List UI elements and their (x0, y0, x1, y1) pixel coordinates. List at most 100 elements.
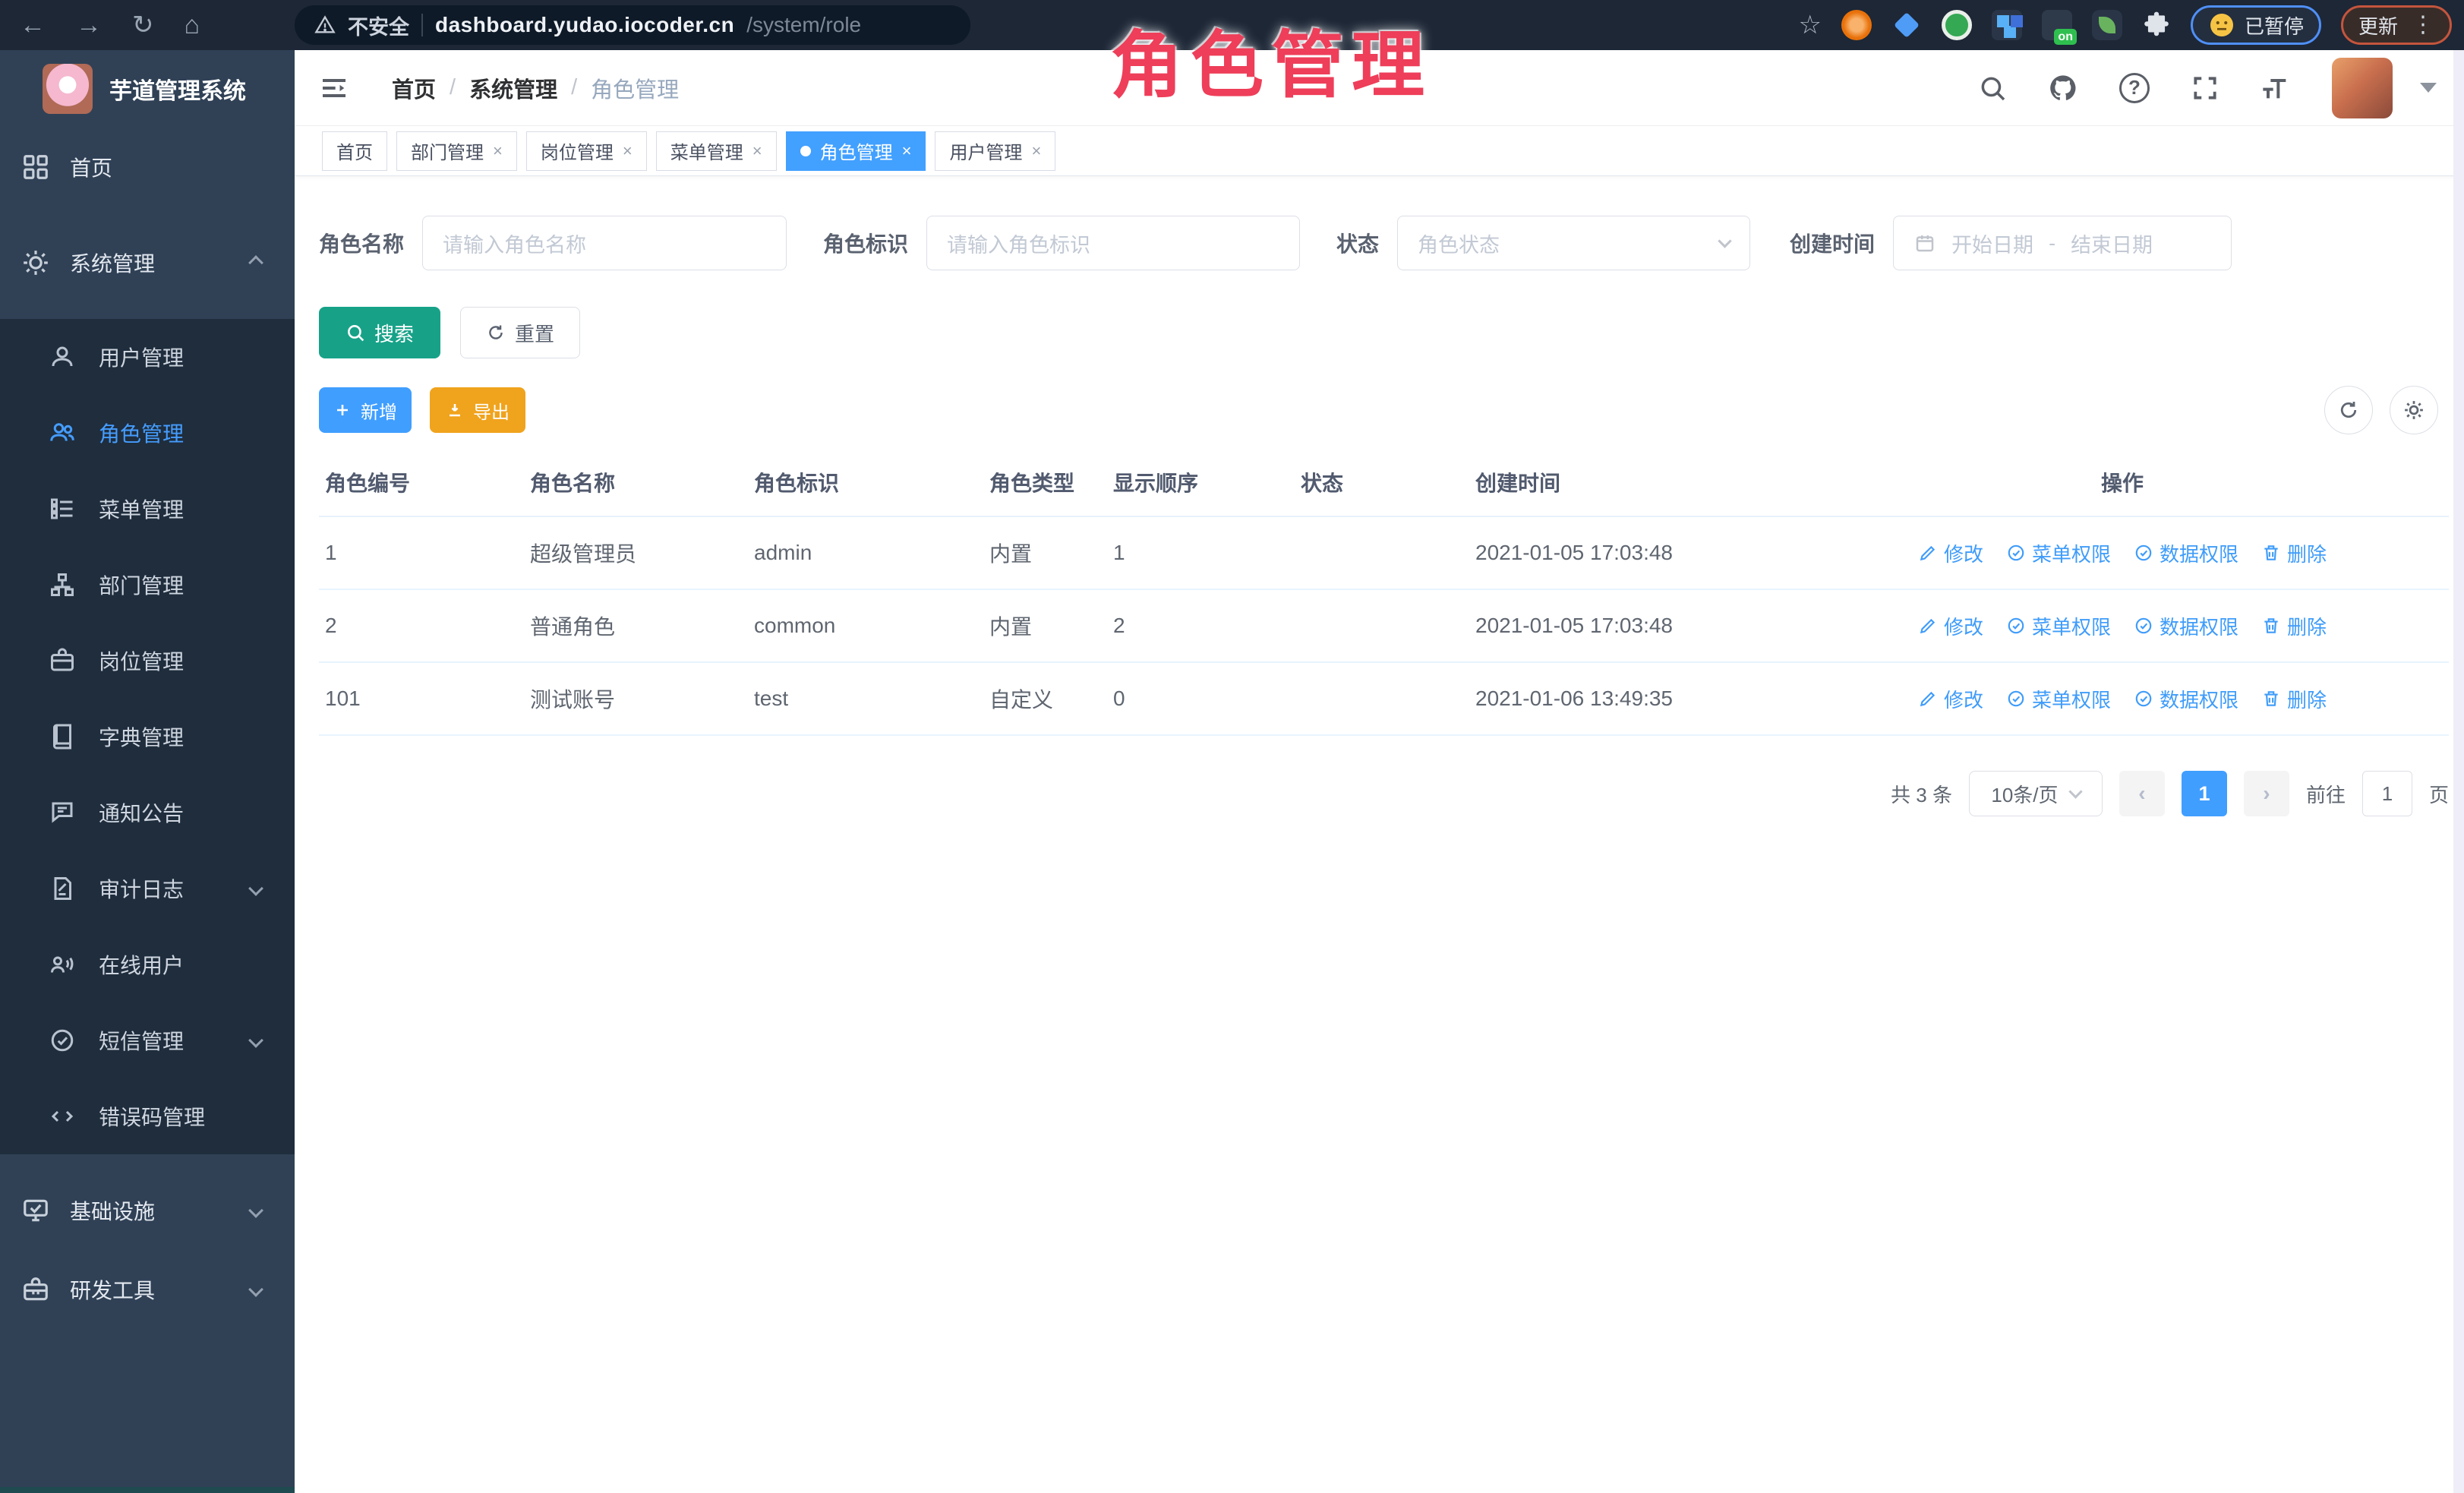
roles-icon (49, 419, 76, 447)
sidebar-item-online-users[interactable]: 在线用户 (0, 926, 295, 1002)
home-icon[interactable]: ⌂ (185, 12, 200, 38)
extension-icon-sprout[interactable] (2092, 10, 2122, 40)
gear-icon (21, 248, 50, 277)
tab-users[interactable]: 用户管理 × (935, 131, 1055, 171)
cell-role-type: 自定义 (983, 662, 1107, 735)
github-icon[interactable] (2048, 73, 2078, 103)
tab-posts[interactable]: 岗位管理 × (526, 131, 647, 171)
close-icon[interactable]: × (902, 141, 912, 161)
data-permission-link[interactable]: 数据权限 (2134, 539, 2238, 567)
breadcrumb-system[interactable]: 系统管理 (469, 72, 557, 104)
sidebar-item-audit-log[interactable]: 审计日志 (0, 851, 295, 926)
fullscreen-icon[interactable] (2191, 74, 2219, 103)
close-icon[interactable]: × (752, 141, 762, 161)
avatar-caret-icon[interactable] (2420, 83, 2437, 93)
goto-page-input[interactable] (2362, 771, 2412, 816)
search-icon[interactable] (1978, 74, 2007, 103)
extension-icon-blue-grid[interactable] (1992, 10, 2022, 40)
sidebar-item-home[interactable]: 首页 (0, 128, 295, 207)
sidebar-item-sms[interactable]: 短信管理 (0, 1002, 295, 1078)
address-bar[interactable]: 不安全 dashboard.yudao.iocoder.cn /system/r… (295, 5, 970, 45)
sidebar-logo-row[interactable]: 芋道管理系统 (0, 50, 295, 128)
sidebar-item-dict[interactable]: 字典管理 (0, 699, 295, 775)
sidebar-collapse-icon[interactable] (319, 73, 349, 103)
trash-icon (2261, 689, 2281, 709)
sidebar-item-posts[interactable]: 岗位管理 (0, 623, 295, 699)
app-logo (43, 64, 93, 114)
export-button[interactable]: 导出 (430, 387, 525, 433)
sidebar-item-label: 在线用户 (99, 949, 184, 980)
status-placeholder: 角色状态 (1418, 229, 1500, 258)
back-icon[interactable]: ← (20, 12, 46, 38)
tab-departments[interactable]: 部门管理 × (396, 131, 517, 171)
delete-link[interactable]: 删除 (2261, 685, 2327, 713)
extension-icon-green[interactable] (1942, 10, 1972, 40)
prev-page-button[interactable]: ‹ (2119, 771, 2165, 816)
page-scrollbar[interactable] (2453, 50, 2464, 1493)
extension-icon-orange[interactable] (1841, 10, 1872, 40)
extensions-puzzle-icon[interactable] (2142, 11, 2171, 39)
font-size-icon[interactable] (2261, 73, 2291, 103)
edit-link[interactable]: 修改 (1918, 539, 1983, 567)
close-icon[interactable]: × (623, 141, 633, 161)
add-button[interactable]: 新增 (319, 387, 412, 433)
tab-roles-active[interactable]: 角色管理 × (786, 131, 926, 171)
user-avatar[interactable] (2332, 58, 2393, 118)
delete-link[interactable]: 删除 (2261, 612, 2327, 640)
tab-home[interactable]: 首页 (322, 131, 387, 171)
search-button[interactable]: 搜索 (319, 307, 440, 358)
close-icon[interactable]: × (493, 141, 503, 161)
chevron-down-icon (248, 1033, 263, 1048)
sidebar-item-error-codes[interactable]: 错误码管理 (0, 1078, 295, 1154)
refresh-table-button[interactable] (2324, 386, 2373, 434)
help-icon[interactable]: ? (2119, 73, 2150, 103)
sidebar-item-users[interactable]: 用户管理 (0, 319, 295, 395)
row-actions: 修改 菜单权限 数据权限 删除 (1802, 685, 2443, 713)
close-icon[interactable]: × (1031, 141, 1041, 161)
url-path: /system/role (746, 13, 861, 37)
sidebar-item-label: 字典管理 (99, 721, 184, 752)
browser-menu-dots-icon[interactable]: ⋮ (2412, 14, 2434, 36)
tab-menus[interactable]: 菜单管理 × (656, 131, 777, 171)
data-permission-link[interactable]: 数据权限 (2134, 685, 2238, 713)
reload-icon[interactable]: ↻ (132, 12, 154, 38)
sidebar-item-devtools[interactable]: 研发工具 (0, 1250, 295, 1329)
role-key-placeholder: 请输入角色标识 (947, 229, 1090, 258)
roles-table: 角色编号 角色名称 角色标识 角色类型 显示顺序 状态 创建时间 操作 1 超级… (319, 448, 2449, 736)
table-row: 1 超级管理员 admin 内置 1 2021-01-05 17:03:48 修… (319, 516, 2449, 589)
sidebar-item-notice[interactable]: 通知公告 (0, 775, 295, 851)
column-settings-button[interactable] (2390, 386, 2438, 434)
role-key-label: 角色标识 (823, 228, 908, 258)
edit-link[interactable]: 修改 (1918, 685, 1983, 713)
page-size-select[interactable]: 10条/页 (1969, 771, 2103, 816)
delete-link[interactable]: 删除 (2261, 539, 2327, 567)
extension-icon-gem[interactable] (1891, 10, 1922, 40)
menu-permission-link[interactable]: 菜单权限 (2006, 612, 2111, 640)
date-range-picker[interactable]: 开始日期 - 结束日期 (1893, 216, 2232, 270)
next-page-button[interactable]: › (2244, 771, 2289, 816)
chrome-update-pill[interactable]: 更新 ⋮ (2341, 5, 2452, 45)
sidebar-item-system[interactable]: 系统管理 (0, 223, 295, 302)
sidebar-item-menus[interactable]: 菜单管理 (0, 471, 295, 547)
edit-link[interactable]: 修改 (1918, 612, 1983, 640)
bookmark-star-icon[interactable]: ☆ (1798, 10, 1821, 40)
menu-permission-link[interactable]: 菜单权限 (2006, 539, 2111, 567)
browser-nav-buttons: ← → ↻ ⌂ (20, 12, 200, 38)
current-page-button[interactable]: 1 (2182, 771, 2227, 816)
reset-button[interactable]: 重置 (460, 307, 580, 358)
role-name-input[interactable]: 请输入角色名称 (422, 216, 787, 270)
menu-permission-link[interactable]: 菜单权限 (2006, 685, 2111, 713)
data-permission-link[interactable]: 数据权限 (2134, 612, 2238, 640)
sidebar-item-infrastructure[interactable]: 基础设施 (0, 1171, 295, 1250)
column-header-status: 状态 (1295, 448, 1469, 516)
forward-icon[interactable]: → (76, 12, 102, 38)
profile-paused-pill[interactable]: 已暂停 (2191, 5, 2321, 45)
breadcrumb-home[interactable]: 首页 (392, 72, 436, 104)
page-annotation-text: 角色管理 (1110, 6, 1432, 112)
role-key-input[interactable]: 请输入角色标识 (926, 216, 1300, 270)
extension-icon-dark[interactable]: on (2042, 10, 2072, 40)
row-actions: 修改 菜单权限 数据权限 删除 (1802, 612, 2443, 640)
sidebar-item-departments[interactable]: 部门管理 (0, 547, 295, 623)
status-select[interactable]: 角色状态 (1397, 216, 1750, 270)
sidebar-item-roles[interactable]: 角色管理 (0, 395, 295, 471)
